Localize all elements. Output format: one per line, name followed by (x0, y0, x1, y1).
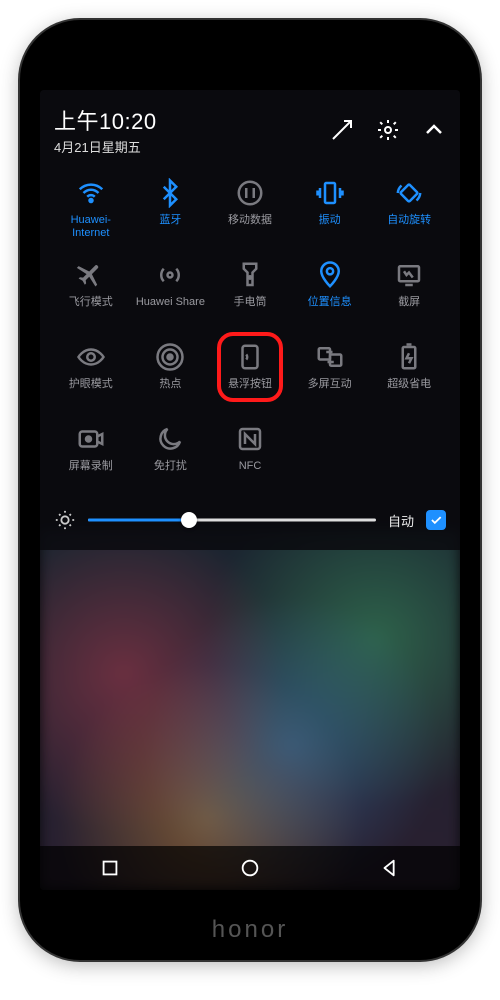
auto-brightness-label: 自动 (388, 511, 414, 530)
eye-icon (76, 342, 106, 372)
clock-block: 上午10:20 4月21日星期五 (54, 104, 330, 156)
tile-multi-screen[interactable]: 多屏互动 (293, 338, 367, 408)
tile-label: 热点 (159, 378, 181, 404)
clock-time: 上午10:20 (54, 104, 330, 136)
phone-brand: honor (20, 916, 480, 944)
tile-label: 蓝牙 (159, 214, 181, 240)
tile-label: NFC (239, 460, 262, 486)
collapse-chevron-icon[interactable] (422, 118, 446, 142)
nav-back-button[interactable] (379, 857, 401, 879)
huawei-share-icon (155, 260, 185, 290)
multi-screen-icon (315, 342, 345, 372)
tile-label: Huawei- Internet (71, 214, 111, 240)
tile-label: 超级省电 (387, 378, 431, 404)
tile-screenshot[interactable]: 截屏 (372, 256, 446, 326)
flashlight-icon (235, 260, 265, 290)
tile-screen-record[interactable]: 屏幕录制 (54, 420, 128, 490)
wifi-icon (76, 178, 106, 208)
settings-gear-icon[interactable] (376, 118, 400, 142)
brightness-slider[interactable] (88, 508, 376, 532)
phone-frame: 上午10:20 4月21日星期五 (20, 20, 480, 960)
tile-airplane[interactable]: 飞行模式 (54, 256, 128, 326)
navigation-bar (40, 846, 460, 890)
wallpaper (40, 530, 460, 890)
quick-settings-panel: 上午10:20 4月21日星期五 (40, 90, 460, 550)
clock-date: 4月21日星期五 (54, 137, 330, 156)
screen-record-icon (76, 424, 106, 454)
tile-bluetooth[interactable]: 蓝牙 (134, 174, 208, 244)
tile-hotspot[interactable]: 热点 (134, 338, 208, 408)
tile-label: 移动数据 (228, 214, 272, 240)
tile-mobile-data[interactable]: 移动数据 (213, 174, 287, 244)
tile-flashlight[interactable]: 手电筒 (213, 256, 287, 326)
tile-label: 屏幕录制 (69, 460, 113, 486)
brightness-icon (54, 509, 76, 531)
screen: 上午10:20 4月21日星期五 (40, 90, 460, 890)
nav-home-button[interactable] (239, 857, 261, 879)
panel-header: 上午10:20 4月21日星期五 (54, 104, 446, 156)
tile-auto-rotate[interactable]: 自动旋转 (372, 174, 446, 244)
tile-huawei-share[interactable]: Huawei Share (134, 256, 208, 326)
nfc-icon (235, 424, 265, 454)
bluetooth-icon (155, 178, 185, 208)
tile-floating-dock[interactable]: 悬浮按钮 (213, 338, 287, 408)
auto-brightness-checkbox[interactable] (426, 510, 446, 530)
tile-label: 截屏 (398, 296, 420, 322)
tile-ultra-power-save[interactable]: 超级省电 (372, 338, 446, 408)
tile-label: Huawei Share (136, 296, 205, 322)
nav-recent-button[interactable] (99, 857, 121, 879)
tile-do-not-disturb[interactable]: 免打扰 (134, 420, 208, 490)
auto-rotate-icon (394, 178, 424, 208)
tile-label: 护眼模式 (69, 378, 113, 404)
vibrate-icon (315, 178, 345, 208)
moon-icon (155, 424, 185, 454)
tile-label: 飞行模式 (69, 296, 113, 322)
tile-location[interactable]: 位置信息 (293, 256, 367, 326)
tile-label: 手电筒 (233, 296, 266, 322)
mobile-data-icon (235, 178, 265, 208)
tiles-grid: Huawei- Internet 蓝牙 移动数据 (54, 174, 446, 490)
screenshot-icon (394, 260, 424, 290)
tile-label: 悬浮按钮 (228, 378, 272, 404)
tile-label: 免打扰 (154, 460, 187, 486)
tile-wifi[interactable]: Huawei- Internet (54, 174, 128, 244)
tile-label: 振动 (319, 214, 341, 240)
location-icon (315, 260, 345, 290)
brightness-row: 自动 (54, 508, 446, 532)
floating-dock-icon (235, 342, 265, 372)
slider-thumb[interactable] (181, 512, 197, 528)
slider-fill (88, 519, 189, 522)
tile-label: 多屏互动 (308, 378, 352, 404)
edit-icon[interactable] (330, 118, 354, 142)
tile-label: 自动旋转 (387, 214, 431, 240)
tile-eye-comfort[interactable]: 护眼模式 (54, 338, 128, 408)
hotspot-icon (155, 342, 185, 372)
tile-label: 位置信息 (308, 296, 352, 322)
tile-vibrate[interactable]: 振动 (293, 174, 367, 244)
tile-nfc[interactable]: NFC (213, 420, 287, 490)
airplane-icon (76, 260, 106, 290)
battery-save-icon (394, 342, 424, 372)
